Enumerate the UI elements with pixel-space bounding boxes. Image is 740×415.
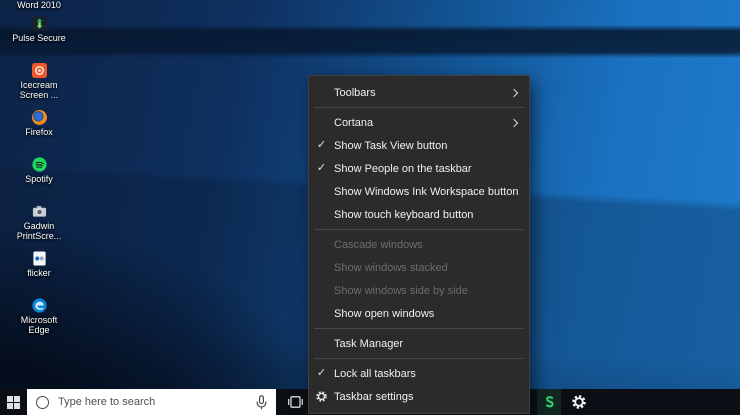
desktop-icon-label: Microsoft Edge: [21, 315, 58, 335]
search-placeholder-text: Type here to search: [58, 396, 155, 408]
menu-item-cortana[interactable]: Cortana: [309, 111, 529, 134]
menu-separator: [314, 328, 524, 329]
icecream-screen-recorder-icon: [32, 63, 47, 78]
desktop-icon-pulse-secure[interactable]: Pulse Secure: [2, 14, 76, 61]
firefox-icon: [32, 110, 47, 125]
menu-item-lock-all-taskbars[interactable]: ✓ Lock all taskbars: [309, 362, 529, 385]
desktop-icon-word-2010[interactable]: Word 2010: [2, 0, 76, 14]
desktop-icon-label: Icecream Screen ...: [20, 80, 59, 100]
menu-item-show-ink-workspace-button[interactable]: Show Windows Ink Workspace button: [309, 180, 529, 203]
taskbar-context-menu: Toolbars Cortana ✓ Show Task View button…: [308, 75, 530, 414]
pulse-secure-taskbar-icon[interactable]: [537, 389, 561, 415]
flicker-icon: [32, 251, 47, 266]
pulse-secure-s-icon: [542, 394, 556, 411]
task-view-button[interactable]: [280, 389, 310, 415]
microsoft-edge-icon: [32, 298, 47, 313]
pulse-secure-icon: [32, 16, 47, 31]
menu-item-show-people-on-taskbar[interactable]: ✓ Show People on the taskbar: [309, 157, 529, 180]
menu-item-show-windows-stacked: Show windows stacked: [309, 256, 529, 279]
desktop-icon-label: Firefox: [25, 127, 53, 137]
menu-separator: [314, 229, 524, 230]
desktop-icon-microsoft-edge[interactable]: Microsoft Edge: [2, 296, 76, 343]
menu-item-show-task-view-button[interactable]: ✓ Show Task View button: [309, 134, 529, 157]
submenu-arrow-icon: [510, 118, 518, 126]
menu-separator: [314, 107, 524, 108]
menu-item-toolbars[interactable]: Toolbars: [309, 81, 529, 104]
taskbar-search-box[interactable]: Type here to search: [27, 389, 276, 415]
submenu-arrow-icon: [510, 88, 518, 96]
desktop-icon-spotify[interactable]: Spotify: [2, 155, 76, 202]
menu-item-show-windows-side-by-side: Show windows side by side: [309, 279, 529, 302]
checkmark-icon: ✓: [317, 368, 326, 379]
desktop-icon-icecream-screen-recorder[interactable]: Icecream Screen ...: [2, 61, 76, 108]
windows-logo-icon: [7, 396, 20, 409]
gear-icon: [315, 390, 328, 403]
desktop-icon-firefox[interactable]: Firefox: [2, 108, 76, 155]
microphone-icon[interactable]: [256, 395, 267, 410]
menu-item-task-manager[interactable]: Task Manager: [309, 332, 529, 355]
start-button[interactable]: [0, 389, 26, 415]
task-view-icon: [287, 395, 304, 409]
desktop-icon-label: Gadwin PrintScre...: [17, 221, 62, 241]
menu-item-show-open-windows[interactable]: Show open windows: [309, 302, 529, 325]
checkmark-icon: ✓: [317, 163, 326, 174]
desktop-icon-column: Word 2010 Pulse Secure Icecream Screen .…: [2, 0, 76, 343]
desktop-icon-gadwin-printscreen[interactable]: Gadwin PrintScre...: [2, 202, 76, 249]
gear-icon: [571, 394, 587, 410]
desktop-icon-flicker[interactable]: flicker: [2, 249, 76, 296]
desktop-icon-label: flicker: [27, 268, 51, 278]
menu-item-show-touch-keyboard-button[interactable]: Show touch keyboard button: [309, 203, 529, 226]
menu-item-cascade-windows: Cascade windows: [309, 233, 529, 256]
desktop-icon-label: Word 2010: [17, 0, 61, 10]
settings-taskbar-icon[interactable]: [566, 389, 592, 415]
spotify-icon: [32, 157, 47, 172]
menu-separator: [314, 358, 524, 359]
checkmark-icon: ✓: [317, 140, 326, 151]
desktop-icon-label: Spotify: [25, 174, 53, 184]
desktop-icon-label: Pulse Secure: [12, 33, 66, 43]
gadwin-printscreen-icon: [32, 204, 47, 219]
cortana-circle-icon: [36, 396, 49, 409]
menu-item-taskbar-settings[interactable]: Taskbar settings: [309, 385, 529, 408]
